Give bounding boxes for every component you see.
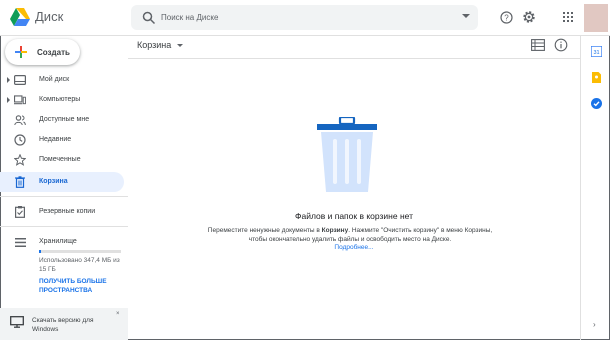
expand-panel-icon[interactable]: ›	[593, 320, 596, 329]
info-icon[interactable]	[554, 38, 568, 52]
trash-icon	[14, 176, 26, 188]
clock-icon	[14, 134, 26, 146]
new-button[interactable]: Создать	[5, 39, 80, 65]
help-icon[interactable]: ?	[497, 8, 515, 26]
sidebar-item-recent[interactable]: Недавние	[0, 130, 124, 150]
sidebar-item-shared[interactable]: Доступные мне	[0, 110, 124, 130]
sidebar-item-my-drive[interactable]: Мой диск	[0, 70, 124, 90]
svg-text:?: ?	[504, 13, 509, 22]
page-title-label: Корзина	[137, 40, 172, 50]
plus-icon	[15, 46, 27, 58]
my-drive-icon	[14, 74, 26, 86]
empty-trash-illustration	[317, 117, 377, 192]
sidebar-item-label: Резервные копии	[39, 208, 96, 215]
monitor-icon	[10, 316, 24, 328]
settings-gear-icon[interactable]	[520, 8, 538, 26]
close-icon[interactable]: ×	[116, 311, 120, 317]
sidebar-item-backups[interactable]: Резервные копии	[0, 202, 124, 222]
sidebar-item-label: Недавние	[39, 136, 72, 143]
backup-icon	[14, 206, 26, 218]
empty-state-description: Переместите ненужные документы в Корзину…	[200, 226, 500, 244]
account-avatar[interactable]	[584, 4, 608, 32]
download-promo-link[interactable]: Скачать версию для Windows	[32, 316, 112, 334]
calendar-day-label: 31	[593, 50, 599, 56]
storage-label[interactable]: Хранилище	[39, 238, 77, 245]
apps-grid-icon[interactable]	[559, 8, 577, 26]
top-bar: Диск ?	[0, 0, 610, 36]
search-input[interactable]	[161, 8, 451, 27]
sidebar-item-label: Мой диск	[39, 76, 70, 83]
sidebar-item-label: Доступные мне	[39, 116, 90, 123]
empty-state-text: Переместите ненужные документы в	[207, 227, 322, 234]
buy-storage-link[interactable]: ПОЛУЧИТЬ БОЛЬШЕ ПРОСТРАНСТВА	[39, 277, 125, 295]
storage-usage-text: Использовано 347,4 МБ из 15 ГБ	[39, 257, 120, 273]
expand-caret-icon[interactable]	[7, 97, 10, 103]
storage-icon	[14, 236, 26, 248]
storage-usage-fill	[39, 250, 42, 253]
empty-state-trash-word: Корзину	[321, 227, 349, 234]
main-divider	[128, 58, 580, 59]
list-view-icon[interactable]	[531, 39, 545, 51]
sidebar-item-computers[interactable]: Компьютеры	[0, 90, 124, 110]
search-icon[interactable]	[142, 11, 156, 25]
learn-more-link: Подробнее...	[128, 244, 580, 251]
search-box[interactable]	[131, 5, 478, 30]
sidebar-item-trash[interactable]: Корзина	[0, 172, 124, 192]
learn-more-label[interactable]: Подробнее...	[334, 244, 373, 251]
side-panel: 31 ›	[580, 36, 610, 340]
computers-icon	[14, 94, 26, 106]
search-options-icon[interactable]	[462, 14, 470, 18]
calendar-icon[interactable]: 31	[591, 46, 602, 57]
expand-caret-icon[interactable]	[7, 77, 10, 83]
storage-usage-bar	[39, 250, 121, 253]
sidebar-item-label: Помеченные	[39, 156, 81, 163]
tasks-icon[interactable]	[591, 98, 602, 109]
sidebar-item-label: Компьютеры	[39, 96, 81, 103]
keep-icon[interactable]	[591, 72, 602, 83]
app-title[interactable]: Диск	[35, 9, 63, 24]
new-button-label: Создать	[37, 47, 70, 57]
drive-logo-icon[interactable]	[10, 8, 30, 26]
sidebar-divider	[0, 196, 128, 197]
shared-with-me-icon	[14, 114, 26, 126]
download-promo: Скачать версию для Windows ×	[0, 308, 128, 340]
sidebar-item-starred[interactable]: Помеченные	[0, 150, 124, 170]
empty-state-title: Файлов и папок в корзине нет	[295, 211, 413, 221]
sidebar-divider	[0, 226, 128, 227]
star-icon	[14, 154, 26, 166]
sidebar-item-label: Корзина	[39, 178, 68, 185]
page-title[interactable]: Корзина	[137, 40, 184, 50]
chevron-down-icon	[177, 43, 184, 47]
